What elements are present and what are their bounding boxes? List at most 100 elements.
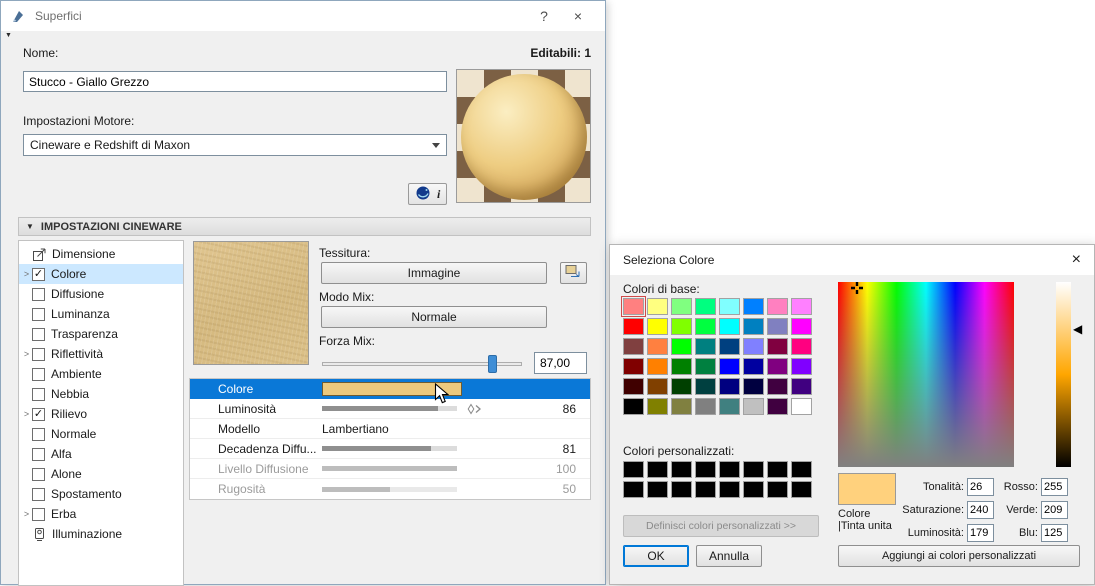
property-row[interactable]: Colore [190, 379, 590, 399]
custom-color-swatch[interactable] [767, 481, 788, 498]
tree-item-ambiente[interactable]: Ambiente [19, 364, 183, 384]
basic-color-swatch[interactable] [623, 318, 644, 335]
tree-item-diffusione[interactable]: Diffusione [19, 284, 183, 304]
close-button[interactable]: × [561, 8, 595, 24]
green-input[interactable] [1041, 501, 1068, 519]
basic-color-swatch[interactable] [767, 338, 788, 355]
tree-item-illuminazione[interactable]: Illuminazione [19, 524, 183, 544]
blue-input[interactable] [1041, 524, 1068, 542]
checkbox[interactable] [32, 308, 45, 321]
basic-color-swatch[interactable] [671, 358, 692, 375]
property-row[interactable]: Rugosità50 [190, 479, 590, 499]
custom-color-swatch[interactable] [743, 461, 764, 478]
help-button[interactable]: ? [527, 8, 561, 24]
basic-color-swatch[interactable] [647, 298, 668, 315]
checkbox[interactable]: ✓ [32, 408, 45, 421]
engine-select[interactable]: Cineware e Redshift di Maxon [23, 134, 447, 156]
custom-color-swatch[interactable] [719, 461, 740, 478]
basic-color-swatch[interactable] [743, 398, 764, 415]
basic-color-swatch[interactable] [671, 398, 692, 415]
tree-item-trasparenza[interactable]: Trasparenza [19, 324, 183, 344]
basic-color-swatch[interactable] [647, 318, 668, 335]
tree-item-riflettività[interactable]: >Riflettività [19, 344, 183, 364]
collapse-arrow-icon[interactable]: ▼ [5, 32, 12, 39]
checkbox[interactable] [32, 508, 45, 521]
property-row[interactable]: Livello Diffusione100 [190, 459, 590, 479]
basic-color-swatch[interactable] [623, 378, 644, 395]
basic-color-swatch[interactable] [647, 398, 668, 415]
custom-color-swatch[interactable] [623, 481, 644, 498]
basic-color-swatch[interactable] [791, 338, 812, 355]
basic-color-swatch[interactable] [647, 358, 668, 375]
texture-link-button[interactable] [560, 262, 587, 284]
basic-color-swatch[interactable] [695, 358, 716, 375]
custom-color-swatch[interactable] [695, 461, 716, 478]
red-input[interactable] [1041, 478, 1068, 496]
basic-color-swatch[interactable] [743, 318, 764, 335]
tree-item-colore[interactable]: >✓Colore [19, 264, 183, 284]
cancel-button[interactable]: Annulla [696, 545, 762, 567]
checkbox[interactable] [32, 388, 45, 401]
basic-color-swatch[interactable] [695, 318, 716, 335]
basic-color-swatch[interactable] [719, 318, 740, 335]
custom-color-swatch[interactable] [647, 481, 668, 498]
basic-color-swatch[interactable] [767, 358, 788, 375]
custom-color-swatch[interactable] [623, 461, 644, 478]
expand-chevron-icon[interactable]: > [19, 509, 32, 519]
checkbox[interactable]: ✓ [32, 268, 45, 281]
basic-color-swatch[interactable] [695, 338, 716, 355]
basic-color-swatch[interactable] [671, 378, 692, 395]
basic-color-swatch[interactable] [623, 398, 644, 415]
custom-color-swatch[interactable] [671, 461, 692, 478]
property-slider[interactable] [322, 446, 457, 451]
define-custom-colors-button[interactable]: Definisci colori personalizzati >> [623, 515, 819, 537]
cineware-section-header[interactable]: ▼ IMPOSTAZIONI CINEWARE [18, 217, 591, 236]
property-row[interactable]: Decadenza Diffu...81 [190, 439, 590, 459]
surface-name-input[interactable] [23, 71, 447, 92]
custom-color-swatch[interactable] [791, 461, 812, 478]
checkbox[interactable] [32, 488, 45, 501]
basic-color-swatch[interactable] [671, 338, 692, 355]
basic-color-swatch[interactable] [695, 378, 716, 395]
property-row[interactable]: Luminosità86 [190, 399, 590, 419]
color-picker-titlebar[interactable]: Seleziona Colore × [610, 245, 1094, 275]
expand-chevron-icon[interactable]: > [19, 349, 32, 359]
basic-color-swatch[interactable] [719, 298, 740, 315]
tree-item-nebbia[interactable]: Nebbia [19, 384, 183, 404]
tree-item-alfa[interactable]: Alfa [19, 444, 183, 464]
basic-color-swatch[interactable] [719, 338, 740, 355]
texture-image-button[interactable]: Immagine [321, 262, 547, 284]
add-custom-color-button[interactable]: Aggiungi ai colori personalizzati [838, 545, 1080, 567]
mix-strength-input[interactable] [534, 352, 587, 374]
tree-item-dimensione[interactable]: Dimensione [19, 244, 183, 264]
basic-color-swatch[interactable] [767, 318, 788, 335]
basic-color-swatch[interactable] [671, 318, 692, 335]
mix-strength-slider[interactable] [322, 354, 522, 374]
saturation-input[interactable] [967, 501, 994, 519]
basic-color-swatch[interactable] [743, 358, 764, 375]
basic-color-swatch[interactable] [767, 298, 788, 315]
custom-color-swatch[interactable] [743, 481, 764, 498]
basic-color-swatch[interactable] [719, 378, 740, 395]
saturation-field[interactable] [838, 282, 1014, 467]
info-button[interactable]: i [437, 187, 440, 202]
checkbox[interactable] [32, 448, 45, 461]
basic-color-swatch[interactable] [695, 398, 716, 415]
ok-button[interactable]: OK [623, 545, 689, 567]
tree-item-spostamento[interactable]: Spostamento [19, 484, 183, 504]
checkbox[interactable] [32, 328, 45, 341]
checkbox[interactable] [32, 348, 45, 361]
checkbox[interactable] [32, 468, 45, 481]
property-slider[interactable] [322, 406, 457, 411]
basic-color-swatch[interactable] [671, 298, 692, 315]
expand-chevron-icon[interactable]: > [19, 409, 32, 419]
basic-color-swatch[interactable] [767, 398, 788, 415]
tree-item-erba[interactable]: >Erba [19, 504, 183, 524]
basic-color-swatch[interactable] [791, 358, 812, 375]
expand-chevron-icon[interactable]: > [19, 269, 32, 279]
tree-item-normale[interactable]: Normale [19, 424, 183, 444]
tree-item-rilievo[interactable]: >✓Rilievo [19, 404, 183, 424]
slider-handle[interactable] [488, 355, 497, 373]
keyframe-icon[interactable] [467, 403, 483, 415]
tree-item-luminanza[interactable]: Luminanza [19, 304, 183, 324]
